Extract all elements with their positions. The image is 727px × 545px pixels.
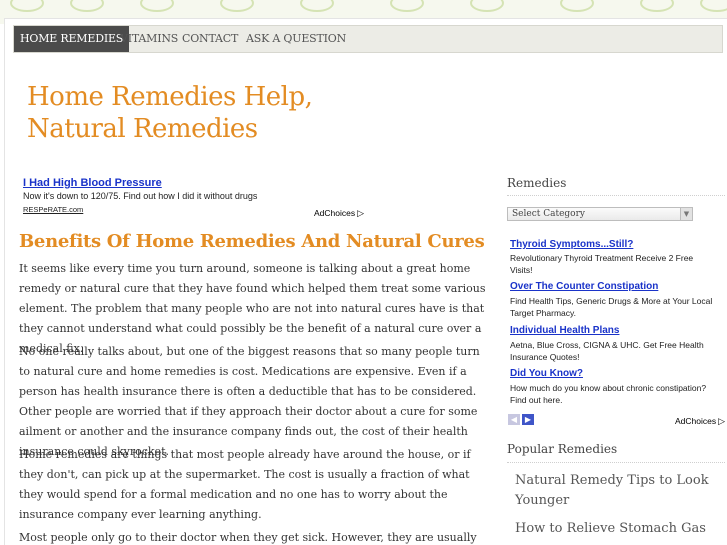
- page-container: HOME REMEDIES VITAMINS CONTACT ASK A QUE…: [4, 18, 727, 545]
- adchoices-label[interactable]: AdChoices ▷: [314, 208, 364, 219]
- sidebar-ad-text: Aetna, Blue Cross, CIGNA & UHC. Get Free…: [510, 340, 704, 350]
- site-title-line1: Home Remedies Help,: [27, 82, 313, 112]
- popular-remedies-heading: Popular Remedies: [507, 442, 618, 456]
- divider: [507, 462, 725, 463]
- post-paragraph: Most people only go to their doctor when…: [19, 531, 477, 544]
- nav-home-remedies[interactable]: HOME REMEDIES: [14, 26, 130, 52]
- sidebar-ad-text: Visits!: [510, 265, 533, 275]
- category-select-value: Select Category: [512, 209, 585, 219]
- nav-ask-a-question[interactable]: ASK A QUESTION: [240, 26, 352, 52]
- sidebar-ad-title[interactable]: Over The Counter Constipation: [510, 281, 658, 292]
- divider: [507, 195, 725, 196]
- main-navigation: HOME REMEDIES VITAMINS CONTACT ASK A QUE…: [13, 25, 723, 53]
- ad-description: Now it's down to 120/75. Find out how I …: [23, 191, 258, 201]
- popular-remedy-link[interactable]: How to Relieve Stomach Gas: [515, 519, 725, 539]
- ad-url[interactable]: RESPeRATE.com: [23, 205, 83, 214]
- post-paragraph: Home remedies are things that most peopl…: [19, 448, 471, 521]
- sidebar-ad-title[interactable]: Did You Know?: [510, 368, 583, 379]
- sidebar-adchoices-label[interactable]: AdChoices ▷: [675, 416, 725, 427]
- sidebar-ad-title[interactable]: Thyroid Symptoms...Still?: [510, 239, 633, 250]
- sidebar-ad-text: Target Pharmacy.: [510, 308, 576, 318]
- ad-next-arrow-icon[interactable]: ▶: [522, 414, 534, 425]
- site-title[interactable]: Home Remedies Help, Natural Remedies: [27, 81, 313, 145]
- adchoices-text: AdChoices: [675, 416, 717, 426]
- post-title[interactable]: Benefits Of Home Remedies And Natural Cu…: [19, 231, 485, 252]
- site-title-line2: Natural Remedies: [27, 114, 258, 144]
- category-select[interactable]: Select Category ▼: [507, 207, 693, 221]
- ad-title-link[interactable]: I Had High Blood Pressure: [23, 177, 162, 189]
- sidebar-ad-title[interactable]: Individual Health Plans: [510, 325, 619, 336]
- chevron-down-icon: ▼: [680, 208, 692, 220]
- adchoices-text: AdChoices: [314, 208, 356, 218]
- ad-prev-arrow-icon[interactable]: ◀: [508, 414, 520, 425]
- remedies-heading: Remedies: [507, 176, 567, 190]
- nav-vitamins[interactable]: VITAMINS: [114, 26, 184, 52]
- sidebar-ad-text: Find Health Tips, Generic Drugs & More a…: [510, 296, 713, 306]
- adchoices-icon: ▷: [718, 416, 726, 426]
- adchoices-icon: ▷: [357, 208, 365, 218]
- popular-remedy-link[interactable]: Natural Remedy Tips to Look Younger: [515, 471, 725, 511]
- sidebar-ad-text: How much do you know about chronic const…: [510, 383, 707, 393]
- nav-contact[interactable]: CONTACT: [176, 26, 244, 52]
- sidebar-ad-text: Find out here.: [510, 395, 563, 405]
- sidebar-ad-text: Insurance Quotes!: [510, 352, 580, 362]
- post-paragraph: No one really talks about, but one of th…: [19, 345, 480, 458]
- sidebar-ad-text: Revolutionary Thyroid Treatment Receive …: [510, 253, 694, 263]
